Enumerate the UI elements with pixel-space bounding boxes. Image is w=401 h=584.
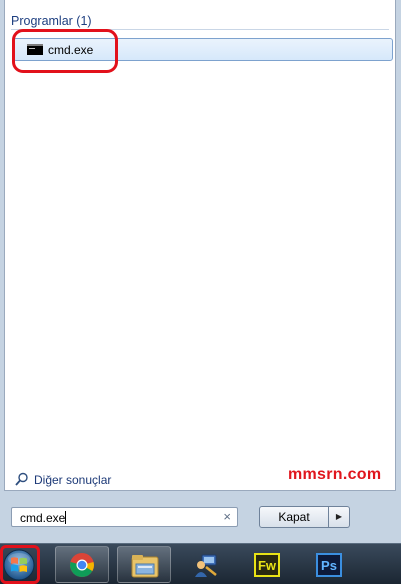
search-results-panel: Programlar (1) cmd.exe Diğer sonuçlar mm… (4, 0, 396, 491)
annotation-start-ring (0, 545, 40, 584)
taskbar-fireworks-button[interactable]: Fw (241, 546, 295, 583)
taskbar-program-button[interactable] (179, 546, 233, 583)
taskbar: Fw Ps (0, 543, 401, 584)
text-caret (65, 511, 67, 524)
chrome-icon (69, 553, 95, 577)
shutdown-options-arrow-icon[interactable]: ▶ (329, 506, 350, 528)
photoshop-icon: Ps (316, 553, 342, 577)
search-input-value: cmd.exe (20, 511, 66, 525)
start-menu: Programlar (1) cmd.exe Diğer sonuçlar mm… (0, 0, 401, 543)
search-input[interactable]: cmd.exe × (11, 507, 238, 527)
watermark: mmsrn.com (288, 466, 382, 483)
more-results-label: Diğer sonuçlar (34, 473, 112, 487)
annotation-highlight-ring (12, 29, 118, 73)
folder-icon (131, 555, 159, 578)
shutdown-control: Kapat ▶ (259, 506, 350, 528)
search-icon (15, 472, 28, 486)
section-header-programs: Programlar (1) (11, 14, 92, 28)
taskbar-chrome-button[interactable] (55, 546, 109, 583)
taskbar-explorer-button[interactable] (117, 546, 171, 583)
program-icon (195, 554, 217, 577)
taskbar-photoshop-button[interactable]: Ps (303, 546, 357, 583)
fireworks-icon: Fw (254, 553, 280, 577)
shutdown-button[interactable]: Kapat (259, 506, 329, 528)
clear-search-icon[interactable]: × (223, 510, 231, 524)
